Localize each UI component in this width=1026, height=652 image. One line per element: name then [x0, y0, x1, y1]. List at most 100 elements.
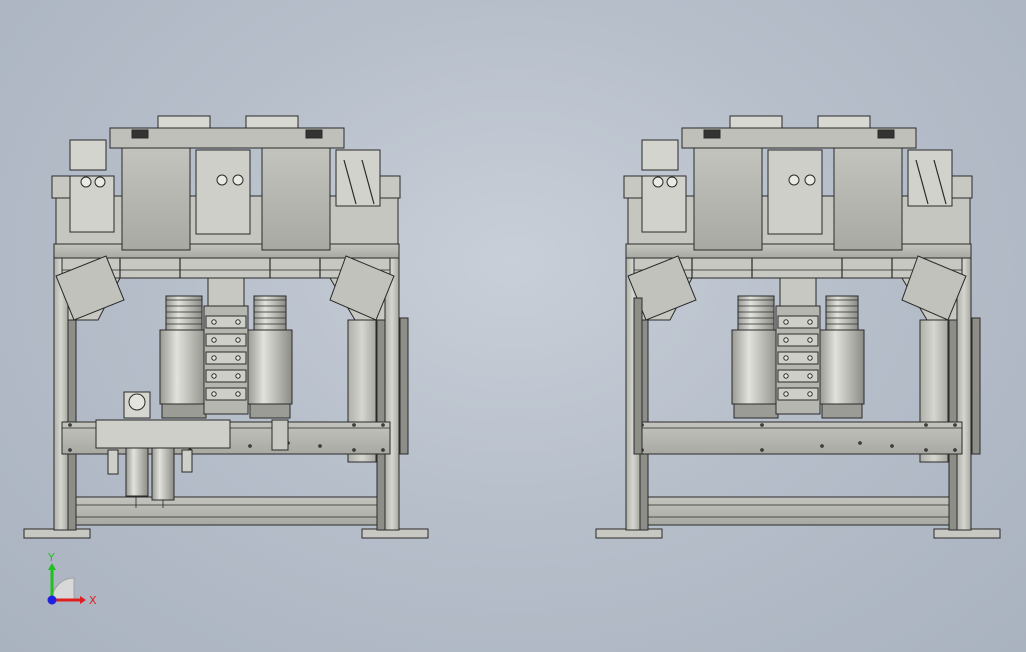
y-axis-arrowhead [48, 563, 56, 570]
bolt-hole [924, 423, 928, 427]
bolt-hole [68, 423, 72, 427]
top-hub-right [817, 115, 871, 129]
gauge-dial [804, 174, 816, 186]
side-plate-right [399, 317, 409, 455]
motor-cap [249, 403, 291, 419]
gearbox-bolt [235, 355, 241, 361]
middle-crossbar [633, 421, 963, 455]
bolt-hole [858, 441, 862, 445]
x-axis-label: X [89, 594, 97, 607]
lever-left [131, 129, 149, 139]
gearbox-bolt [211, 373, 217, 379]
gearbox-bolt [783, 319, 789, 325]
gearbox-bolt [783, 391, 789, 397]
lever-right [305, 129, 323, 139]
gearbox-top [207, 277, 245, 307]
machine-assembly-right[interactable] [595, 115, 1001, 539]
lever-right [877, 129, 895, 139]
valve-block-left [69, 139, 107, 171]
coordinate-triad: Y X [47, 551, 97, 607]
clamp-assembly-left [69, 175, 115, 233]
cad-viewport[interactable]: Y X [0, 0, 1026, 652]
motor-flange [825, 295, 859, 331]
gearbox-bolt [235, 373, 241, 379]
guard-panel-right [261, 145, 331, 251]
motor-cap [821, 403, 863, 419]
drain-fitting [181, 449, 193, 473]
clamp-assembly-left [641, 175, 687, 233]
lever-left [703, 129, 721, 139]
bolt-hole [381, 448, 385, 452]
x-axis-arrowhead [80, 596, 86, 604]
gearbox-bolt [211, 355, 217, 361]
bolt-hole [248, 444, 252, 448]
bolt-hole [760, 423, 764, 427]
side-bracket-left [51, 175, 73, 199]
filter-manifold [95, 419, 231, 449]
bottom-beam [633, 496, 963, 526]
bottom-beam [61, 496, 391, 526]
clamp-assembly-right [907, 149, 953, 207]
leg-inner-right [948, 299, 958, 531]
gearbox-bolt [211, 391, 217, 397]
clamp-assembly-right [335, 149, 381, 207]
gearbox-bolt [235, 337, 241, 343]
bolt-hole [820, 444, 824, 448]
gauge-dial [232, 174, 244, 186]
guard-panel-right [833, 145, 903, 251]
gauge-dial [666, 176, 678, 188]
triad-plane-icon [51, 577, 75, 601]
bolt-hole [953, 448, 957, 452]
bolt-hole [890, 444, 894, 448]
gearbox-bolt [783, 355, 789, 361]
gearbox-top [779, 277, 817, 307]
regulator-knob [128, 393, 146, 411]
machine-assembly-left[interactable] [23, 115, 429, 539]
gearbox-bolt [235, 319, 241, 325]
motor-cap [733, 403, 779, 419]
center-housing [195, 149, 251, 235]
bolt-hole [381, 423, 385, 427]
gearbox-bolt [783, 337, 789, 343]
leg-inner-left [67, 299, 77, 531]
side-bracket-left [623, 175, 645, 199]
gearbox-bolt [807, 319, 813, 325]
cad-scene[interactable]: Y X [0, 0, 1026, 652]
gauge-dial [788, 174, 800, 186]
leg-inner-right [376, 299, 386, 531]
guard-panel-left [693, 145, 763, 251]
center-housing [767, 149, 823, 235]
gauge-dial [94, 176, 106, 188]
y-axis-label: Y [47, 551, 55, 564]
motor-flange [253, 295, 287, 331]
motor-flange [165, 295, 203, 331]
motor-flange [737, 295, 775, 331]
sensor-block [271, 419, 289, 451]
bolt-hole [318, 444, 322, 448]
gearbox-bolt [211, 319, 217, 325]
gearbox-bolt [235, 391, 241, 397]
side-plate-left [633, 297, 643, 455]
bolt-hole [760, 448, 764, 452]
gauge-dial [80, 176, 92, 188]
servo-motor-body [731, 329, 781, 405]
top-hub-left [157, 115, 211, 129]
filter-bowl [151, 447, 175, 501]
side-bracket-right [951, 175, 973, 199]
bolt-hole [352, 448, 356, 452]
gearbox-bolt [807, 337, 813, 343]
motor-cap [161, 403, 207, 419]
bolt-hole [352, 423, 356, 427]
top-hub-left [729, 115, 783, 129]
bolt-hole [953, 423, 957, 427]
drain-fitting [107, 449, 119, 475]
gearbox-bolt [807, 355, 813, 361]
z-axis-dot [47, 595, 57, 605]
servo-motor-body [819, 329, 865, 405]
bolt-hole [68, 448, 72, 452]
servo-motor-body [159, 329, 209, 405]
leg-outer-right [384, 257, 400, 531]
guard-panel-left [121, 145, 191, 251]
gearbox-bolt [211, 337, 217, 343]
gauge-dial [652, 176, 664, 188]
